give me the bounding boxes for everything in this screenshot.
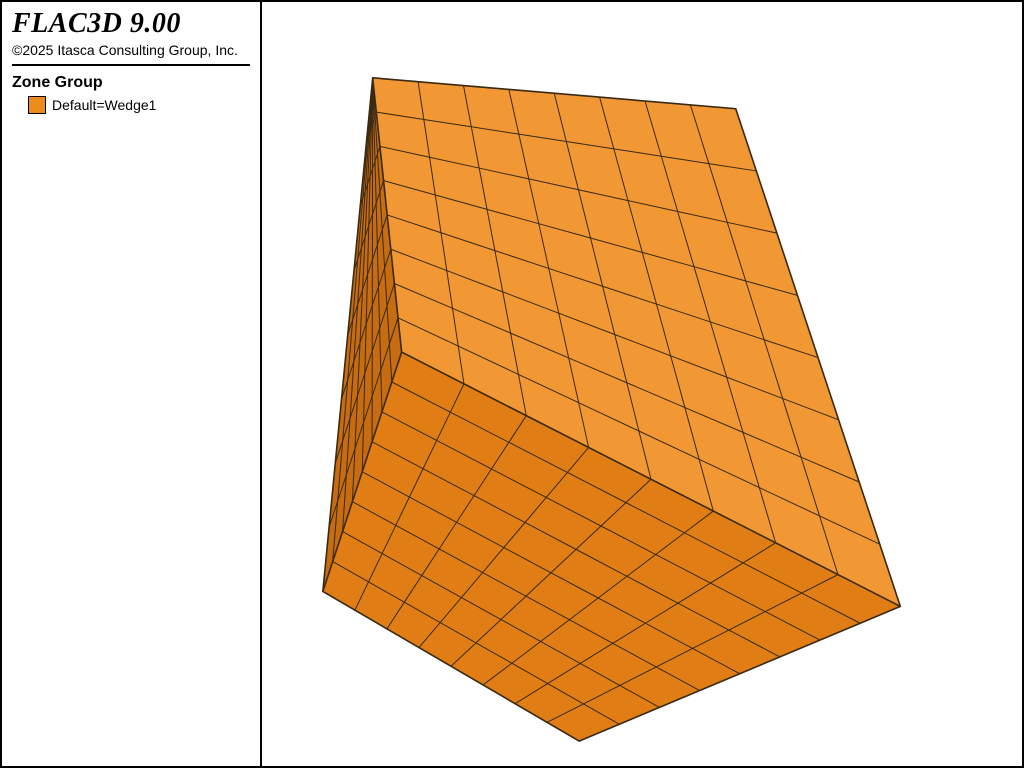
legend-item-label: Default=Wedge1 bbox=[52, 97, 156, 113]
legend-swatch bbox=[28, 96, 46, 114]
app-title: FLAC3D 9.00 bbox=[12, 8, 250, 40]
copyright-text: ©2025 Itasca Consulting Group, Inc. bbox=[12, 42, 250, 58]
mesh-render bbox=[262, 2, 1022, 766]
legend-title: Zone Group bbox=[12, 74, 250, 92]
legend-sidebar: FLAC3D 9.00 ©2025 Itasca Consulting Grou… bbox=[2, 2, 262, 766]
app-frame: FLAC3D 9.00 ©2025 Itasca Consulting Grou… bbox=[0, 0, 1024, 768]
legend-item: Default=Wedge1 bbox=[28, 96, 250, 114]
divider bbox=[12, 64, 250, 66]
viewport-3d[interactable] bbox=[262, 2, 1022, 766]
